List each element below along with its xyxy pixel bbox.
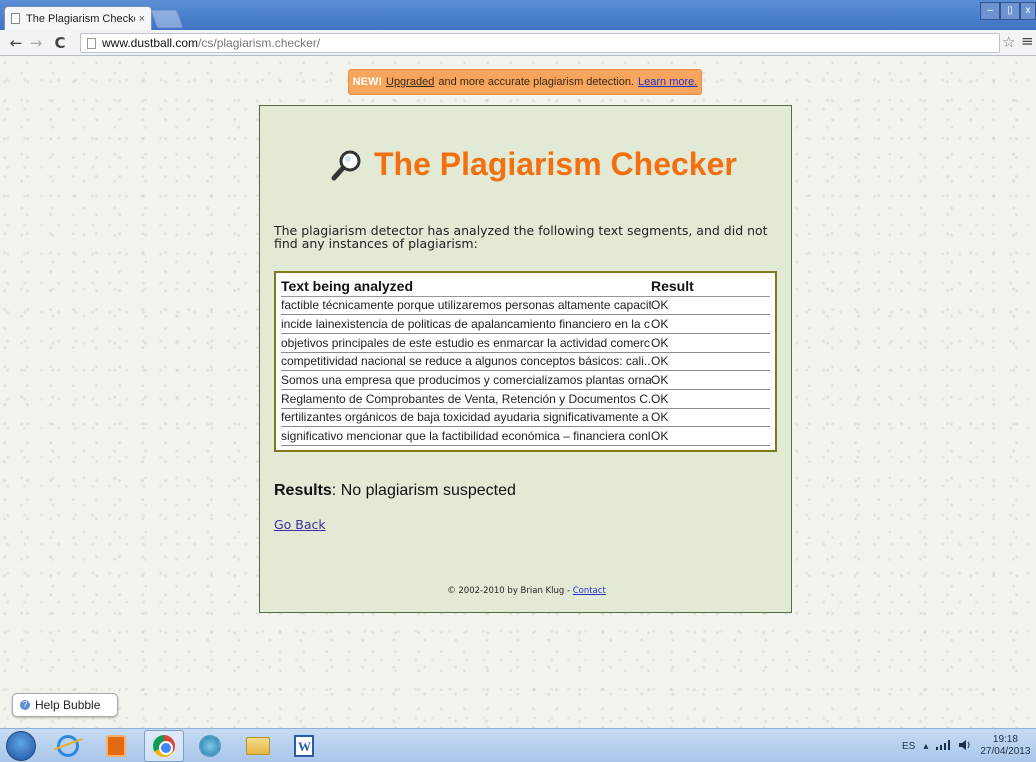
window-minimize-button[interactable]: – (980, 2, 1000, 20)
signal-icon[interactable] (936, 739, 951, 753)
url-path: /cs/plagiarism.checker/ (198, 36, 321, 50)
header-result: Result (651, 277, 770, 297)
browser-tab[interactable]: The Plagiarism Checker × (4, 6, 152, 30)
results-label: Results (274, 482, 332, 499)
back-button[interactable]: ← (6, 33, 26, 53)
row-text: significativo mencionar que la factibili… (281, 426, 651, 446)
checker-panel: The Plagiarism Checker The plagiarism de… (259, 105, 792, 613)
upgrade-banner: NEW! Upgraded and more accurate plagiari… (348, 69, 702, 95)
header-text-analyzed: Text being analyzed (281, 277, 651, 297)
word-icon (294, 735, 314, 757)
go-back-link[interactable]: Go Back (274, 517, 326, 532)
page-title: The Plagiarism Checker (374, 146, 737, 182)
row-text: Reglamento de Comprobantes de Venta, Ret… (281, 389, 651, 409)
row-text: objetivos principales de este estudio es… (281, 333, 651, 353)
row-result: OK (651, 370, 770, 390)
table-row: Reglamento de Comprobantes de Venta, Ret… (281, 389, 770, 409)
forward-button[interactable]: → (26, 33, 46, 53)
table-row: fertilizantes orgánicos de baja toxicida… (281, 408, 770, 428)
address-bar[interactable]: www.dustball.com/cs/plagiarism.checker/ (80, 33, 1000, 53)
row-result: OK (651, 296, 770, 316)
learn-more-link[interactable]: Learn more. (638, 76, 697, 88)
reload-button[interactable]: C (50, 33, 70, 53)
help-bubble-label: Help Bubble (35, 698, 101, 712)
taskbar-word[interactable] (284, 730, 324, 762)
new-label: NEW! (352, 76, 382, 88)
row-text: competitividad nacional se reduce a algu… (281, 352, 651, 372)
page-viewport: NEW! Upgraded and more accurate plagiari… (0, 57, 1036, 728)
row-result: OK (651, 314, 770, 334)
table-row: competitividad nacional se reduce a algu… (281, 352, 770, 372)
show-hidden-icons[interactable]: ▴ (923, 741, 928, 752)
row-result: OK (651, 352, 770, 372)
help-bubble-button[interactable]: ? Help Bubble (12, 693, 118, 717)
media-player-icon (106, 735, 126, 757)
taskbar-media-player[interactable] (96, 730, 136, 762)
banner-text: and more accurate plagiarism detection. (438, 76, 634, 88)
table-row: incide lainexistencia de politicas de ap… (281, 314, 770, 334)
table-row: Somos una empresa que producimos y comer… (281, 370, 770, 390)
speaker-icon[interactable] (958, 739, 972, 754)
file-explorer-icon (246, 737, 270, 755)
chrome-icon (153, 735, 175, 757)
row-result: OK (651, 426, 770, 446)
table-row: factible técnicamente porque utilizaremo… (281, 296, 770, 316)
settings-icon (199, 735, 221, 757)
taskbar-internet-explorer[interactable] (48, 730, 88, 762)
row-text: factible técnicamente porque utilizaremo… (281, 296, 651, 316)
browser-menu-icon[interactable]: ≡ (1021, 32, 1034, 50)
row-text: fertilizantes orgánicos de baja toxicida… (281, 408, 651, 428)
clock[interactable]: 19:18 27/04/2013 (980, 734, 1030, 758)
clock-time: 19:18 (992, 734, 1018, 745)
footer: © 2002-2010 by Brian Klug - Contact (260, 586, 793, 596)
url-host: www.dustball.com (102, 36, 199, 50)
intro-text: The plagiarism detector has analyzed the… (274, 223, 768, 251)
footer-copyright: © 2002-2010 by Brian Klug - (447, 586, 573, 596)
new-tab-button[interactable] (150, 10, 184, 28)
results-table: Text being analyzed Result factible técn… (281, 277, 770, 446)
tab-close-button[interactable]: × (139, 13, 145, 25)
upgraded-link[interactable]: Upgraded (386, 76, 434, 88)
bookmark-star-icon[interactable]: ☆ (1002, 33, 1015, 51)
results-value: : No plagiarism suspected (331, 482, 516, 499)
window-close-button[interactable]: x (1020, 2, 1036, 20)
browser-toolbar: ← → C www.dustball.com/cs/plagiarism.che… (0, 30, 1036, 56)
start-button[interactable] (6, 731, 36, 761)
results-table-box: Text being analyzed Result factible técn… (274, 271, 777, 452)
tab-title: The Plagiarism Checker (26, 12, 135, 25)
row-result: OK (651, 408, 770, 428)
page-icon (87, 37, 96, 49)
taskbar-chrome[interactable] (144, 730, 184, 762)
taskbar: ES ▴ 19:18 27/04/2013 (0, 728, 1036, 762)
row-result: OK (651, 389, 770, 409)
taskbar-settings[interactable] (190, 730, 230, 762)
window-maximize-button[interactable]: ▯ (1000, 2, 1020, 20)
internet-explorer-icon (57, 735, 79, 757)
magnifier-icon (330, 148, 364, 182)
taskbar-file-explorer[interactable] (238, 730, 278, 762)
system-tray: ES ▴ 19:18 27/04/2013 (902, 729, 1030, 762)
page-icon (11, 13, 20, 24)
contact-link[interactable]: Contact (573, 586, 606, 596)
title-row: The Plagiarism Checker (330, 146, 737, 183)
row-text: Somos una empresa que producimos y comer… (281, 370, 651, 390)
help-icon: ? (20, 700, 30, 710)
table-row: significativo mencionar que la factibili… (281, 426, 770, 446)
clock-date: 27/04/2013 (980, 746, 1031, 757)
table-header-row: Text being analyzed Result (281, 277, 770, 297)
row-text: incide lainexistencia de politicas de ap… (281, 314, 651, 334)
results-summary: Results: No plagiarism suspected (274, 482, 516, 500)
table-row: objetivos principales de este estudio es… (281, 333, 770, 353)
language-indicator[interactable]: ES (902, 741, 915, 752)
row-result: OK (651, 333, 770, 353)
browser-titlebar: The Plagiarism Checker × – ▯ x (0, 0, 1036, 30)
